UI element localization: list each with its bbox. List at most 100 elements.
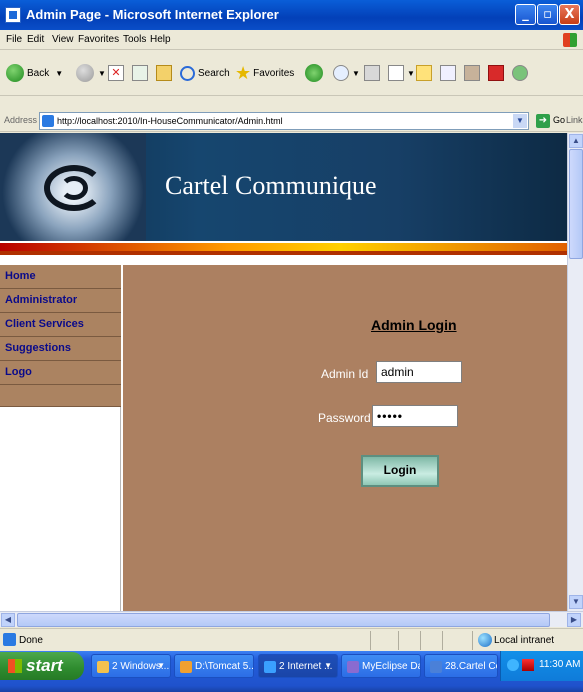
login-button[interactable]: Login (361, 455, 439, 487)
scroll-down-icon[interactable]: ▼ (569, 595, 583, 609)
page-done-icon (3, 633, 16, 646)
address-label: Address (4, 115, 38, 125)
messenger-icon (440, 65, 456, 81)
taskbar: start 2 Windows... ▼ D:\Tomcat 5... 2 In… (0, 651, 583, 692)
logo-image (0, 133, 146, 241)
task-label: D:\Tomcat 5... (195, 661, 254, 672)
forward-arrow-icon (76, 64, 94, 82)
horizontal-scroll-thumb[interactable] (17, 613, 550, 627)
chevron-down-icon: ▼ (157, 661, 165, 670)
menu-tools[interactable]: Tools (123, 34, 146, 45)
scroll-left-icon[interactable]: ◀ (1, 613, 15, 627)
nav-administrator-label[interactable]: Administrator (5, 294, 77, 306)
nav-logo-label[interactable]: Logo (5, 366, 32, 378)
title-bar[interactable]: Admin Page - Microsoft Internet Explorer… (0, 0, 583, 30)
menu-help[interactable]: Help (150, 34, 171, 45)
search-button[interactable]: Search (180, 62, 230, 84)
ie-page-icon (5, 7, 21, 23)
back-button[interactable]: Back ▼ (6, 62, 63, 84)
address-url: http://localhost:2010/In-HouseCommunicat… (57, 116, 283, 126)
taskbar-button-tomcat[interactable]: D:\Tomcat 5... (174, 654, 254, 678)
task-label: MyEclipse Da... (362, 661, 420, 672)
print-button[interactable] (364, 62, 380, 84)
login-title: Admin Login (371, 317, 457, 333)
nav-suggestions-label[interactable]: Suggestions (5, 342, 71, 354)
users-button[interactable] (512, 62, 528, 84)
minimize-button[interactable]: _ (515, 4, 536, 25)
refresh-icon (132, 65, 148, 81)
folder-icon (416, 65, 432, 81)
antivirus-icon[interactable] (522, 659, 534, 671)
login-panel: Admin Login Admin Id admin Password ••••… (123, 265, 567, 611)
links-label[interactable]: Links (566, 115, 583, 125)
nav-logo[interactable]: Logo (0, 361, 121, 385)
address-dropdown-icon[interactable]: ▼ (513, 114, 527, 128)
history-button[interactable] (305, 62, 323, 84)
page-viewport: Cartel Communique Home Administrator Cli… (0, 133, 567, 611)
start-button[interactable]: start (0, 652, 84, 680)
menu-favorites[interactable]: Favorites (78, 34, 119, 45)
nav-home[interactable]: Home (0, 265, 121, 289)
menu-file[interactable]: File (6, 34, 22, 45)
scroll-up-icon[interactable]: ▲ (569, 134, 583, 148)
chevron-down-icon: ▼ (55, 68, 64, 78)
addon-button[interactable] (488, 62, 504, 84)
banner-stripe (0, 243, 567, 251)
edit-button[interactable]: ▼ (388, 62, 415, 84)
nav-administrator[interactable]: Administrator (0, 289, 121, 313)
maximize-button[interactable]: ▫ (537, 4, 558, 25)
vertical-scrollbar[interactable]: ▲ ▼ (567, 133, 583, 611)
back-arrow-icon (6, 64, 24, 82)
ie-window: Admin Page - Microsoft Internet Explorer… (0, 0, 583, 692)
taskbar-button-windows[interactable]: 2 Windows... ▼ (91, 654, 171, 678)
menu-edit[interactable]: Edit (27, 34, 44, 45)
standard-toolbar: Back ▼ ▼ ✕ Search ★ Favorites ▼ ▼ (0, 50, 583, 96)
status-divider (398, 631, 399, 650)
history-icon (305, 64, 323, 82)
horizontal-scrollbar[interactable]: ◀ ▶ (0, 611, 583, 627)
address-input[interactable]: http://localhost:2010/In-HouseCommunicat… (39, 112, 529, 130)
favorites-label: Favorites (253, 67, 295, 79)
close-button[interactable]: X (559, 4, 580, 25)
nav-client-services-label[interactable]: Client Services (5, 318, 84, 330)
nav-spacer (0, 385, 121, 407)
messenger-button[interactable] (440, 62, 456, 84)
favorites-button[interactable]: ★ Favorites (235, 62, 294, 84)
vertical-scroll-thumb[interactable] (569, 149, 583, 259)
scroll-right-icon[interactable]: ▶ (567, 613, 581, 627)
address-bar: Address http://localhost:2010/In-HouseCo… (0, 110, 583, 132)
refresh-button[interactable] (132, 62, 148, 84)
page-icon (42, 115, 54, 127)
home-button[interactable] (156, 62, 172, 84)
nav-home-label[interactable]: Home (5, 270, 36, 282)
go-arrow-icon[interactable]: ➜ (536, 114, 550, 128)
menu-bar: File Edit View Favorites Tools Help (0, 30, 583, 50)
taskbar-button-myeclipse[interactable]: MyEclipse Da... (341, 654, 421, 678)
admin-id-input[interactable]: admin (376, 361, 462, 383)
nav-suggestions[interactable]: Suggestions (0, 337, 121, 361)
status-divider (442, 631, 443, 650)
password-input[interactable]: ••••• (372, 405, 458, 427)
banner-stripe-dark (0, 251, 567, 255)
forward-button[interactable]: ▼ (76, 62, 106, 84)
research-button[interactable] (464, 62, 480, 84)
go-button-label[interactable]: Go (553, 115, 565, 125)
admin-id-label: Admin Id (321, 367, 369, 381)
stop-button[interactable]: ✕ (108, 62, 124, 84)
menu-view[interactable]: View (52, 34, 74, 45)
system-clock[interactable]: 11:30 AM (539, 659, 581, 670)
home-icon (156, 65, 172, 81)
password-label: Password (318, 411, 371, 425)
taskbar-button-cartel[interactable]: 28.Cartel Co... (424, 654, 498, 678)
taskbar-button-internet[interactable]: 2 Internet ... ▼ (258, 654, 338, 678)
discuss-button[interactable] (416, 62, 432, 84)
mail-button[interactable]: ▼ (333, 62, 360, 84)
network-icon[interactable] (507, 659, 519, 671)
nav-client-services[interactable]: Client Services (0, 313, 121, 337)
chevron-down-icon: ▼ (407, 68, 415, 78)
site-brand-title: Cartel Communique (165, 171, 377, 200)
word-icon (388, 65, 404, 81)
word-doc-icon (430, 661, 442, 673)
security-zone: Local intranet (494, 635, 555, 646)
stop-icon: ✕ (108, 65, 124, 81)
